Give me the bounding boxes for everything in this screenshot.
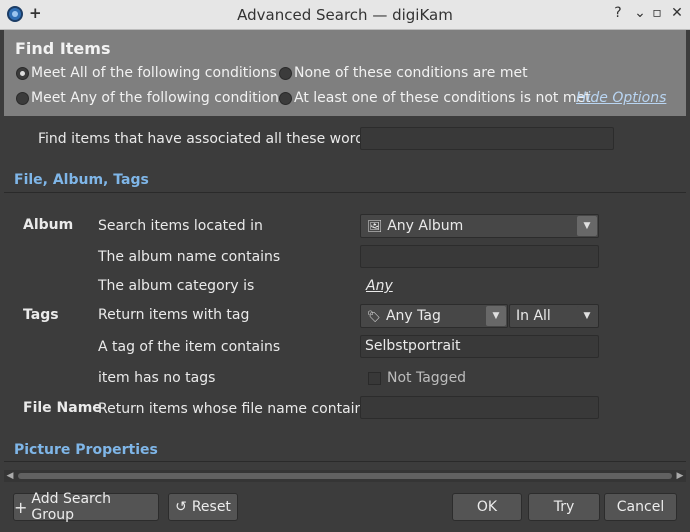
search-conditions-area: Find items that have associated all thes… — [4, 116, 686, 470]
horizontal-scrollbar[interactable]: ◀ ▶ — [4, 470, 686, 482]
add-search-group-button[interactable]: + Add Search Group — [13, 491, 159, 523]
filename-input[interactable] — [360, 396, 599, 419]
scroll-right-icon[interactable]: ▶ — [674, 470, 686, 482]
chevron-down-icon[interactable]: ▼ — [577, 306, 597, 326]
tag-mode-combo[interactable]: In All ▼ — [509, 304, 599, 328]
plus-icon: + — [14, 497, 28, 517]
close-icon[interactable]: ✕ — [669, 5, 685, 21]
ok-button[interactable]: OK — [452, 493, 522, 521]
chevron-down-icon[interactable]: ▼ — [486, 306, 506, 326]
tag-contains-input[interactable]: Selbstportrait — [360, 335, 599, 358]
meet-all-radio[interactable]: Meet All of the following conditions — [16, 65, 277, 81]
maximize-icon[interactable]: ▫ — [649, 5, 665, 21]
album-group-label: Album — [23, 217, 74, 233]
reset-button[interactable]: ↺ Reset — [168, 493, 238, 521]
album-name-input[interactable] — [360, 245, 599, 268]
image-icon: 🖼 — [367, 219, 383, 233]
filename-group-label: File Name — [23, 400, 102, 416]
help-icon[interactable]: ? — [610, 5, 626, 21]
section-separator — [4, 461, 686, 462]
one-not-met-radio[interactable]: At least one of these conditions is not … — [279, 90, 591, 106]
section-separator — [4, 192, 686, 193]
album-location-combo[interactable]: 🖼 Any Album ▼ — [360, 214, 599, 238]
dialog-footer: + Add Search Group ↺ Reset OK Try Cancel — [0, 482, 690, 532]
find-items-panel: Find Items Meet All of the following con… — [4, 30, 686, 116]
album-name-label: The album name contains — [98, 249, 281, 265]
tags-with-tag-label: Return items with tag — [98, 307, 250, 323]
reset-icon: ↺ — [175, 499, 187, 515]
tag-icon: 🏷 — [367, 309, 381, 323]
radio-icon — [16, 91, 29, 105]
not-tagged-checkbox[interactable]: Not Tagged — [368, 370, 466, 386]
tags-group-label: Tags — [23, 307, 59, 323]
no-tags-label: item has no tags — [98, 370, 216, 386]
section-file-album-tags[interactable]: File, Album, Tags — [14, 172, 149, 188]
chevron-down-icon[interactable]: ▼ — [577, 216, 597, 236]
none-met-radio[interactable]: None of these conditions are met — [279, 65, 528, 81]
album-category-link[interactable]: Any — [366, 278, 393, 294]
meet-any-radio[interactable]: Meet Any of the following conditions — [16, 90, 286, 106]
words-input[interactable] — [360, 127, 614, 150]
scrollbar-thumb[interactable] — [18, 473, 672, 479]
title-bar: + Advanced Search — digiKam ? ⌄ ▫ ✕ — [0, 0, 690, 30]
tag-select-combo[interactable]: 🏷 Any Tag ▼ — [360, 304, 508, 328]
hide-options-link[interactable]: Hide Options — [576, 90, 666, 106]
window-title: Advanced Search — digiKam — [237, 6, 453, 24]
album-location-label: Search items located in — [98, 218, 263, 234]
section-picture-properties[interactable]: Picture Properties — [14, 442, 158, 458]
radio-icon — [279, 66, 292, 80]
tag-contains-label: A tag of the item contains — [98, 339, 281, 355]
scroll-left-icon[interactable]: ◀ — [4, 470, 16, 482]
minimize-icon[interactable]: ⌄ — [632, 5, 648, 21]
radio-icon — [279, 91, 292, 105]
words-label: Find items that have associated all thes… — [38, 131, 377, 147]
radio-selected-icon — [16, 66, 29, 80]
filename-label: Return items whose file name contains — [98, 401, 371, 417]
album-category-label: The album category is — [98, 278, 255, 294]
checkbox-icon[interactable] — [368, 371, 381, 385]
find-items-title: Find Items — [15, 39, 111, 58]
cancel-button[interactable]: Cancel — [604, 493, 677, 521]
try-button[interactable]: Try — [528, 493, 600, 521]
